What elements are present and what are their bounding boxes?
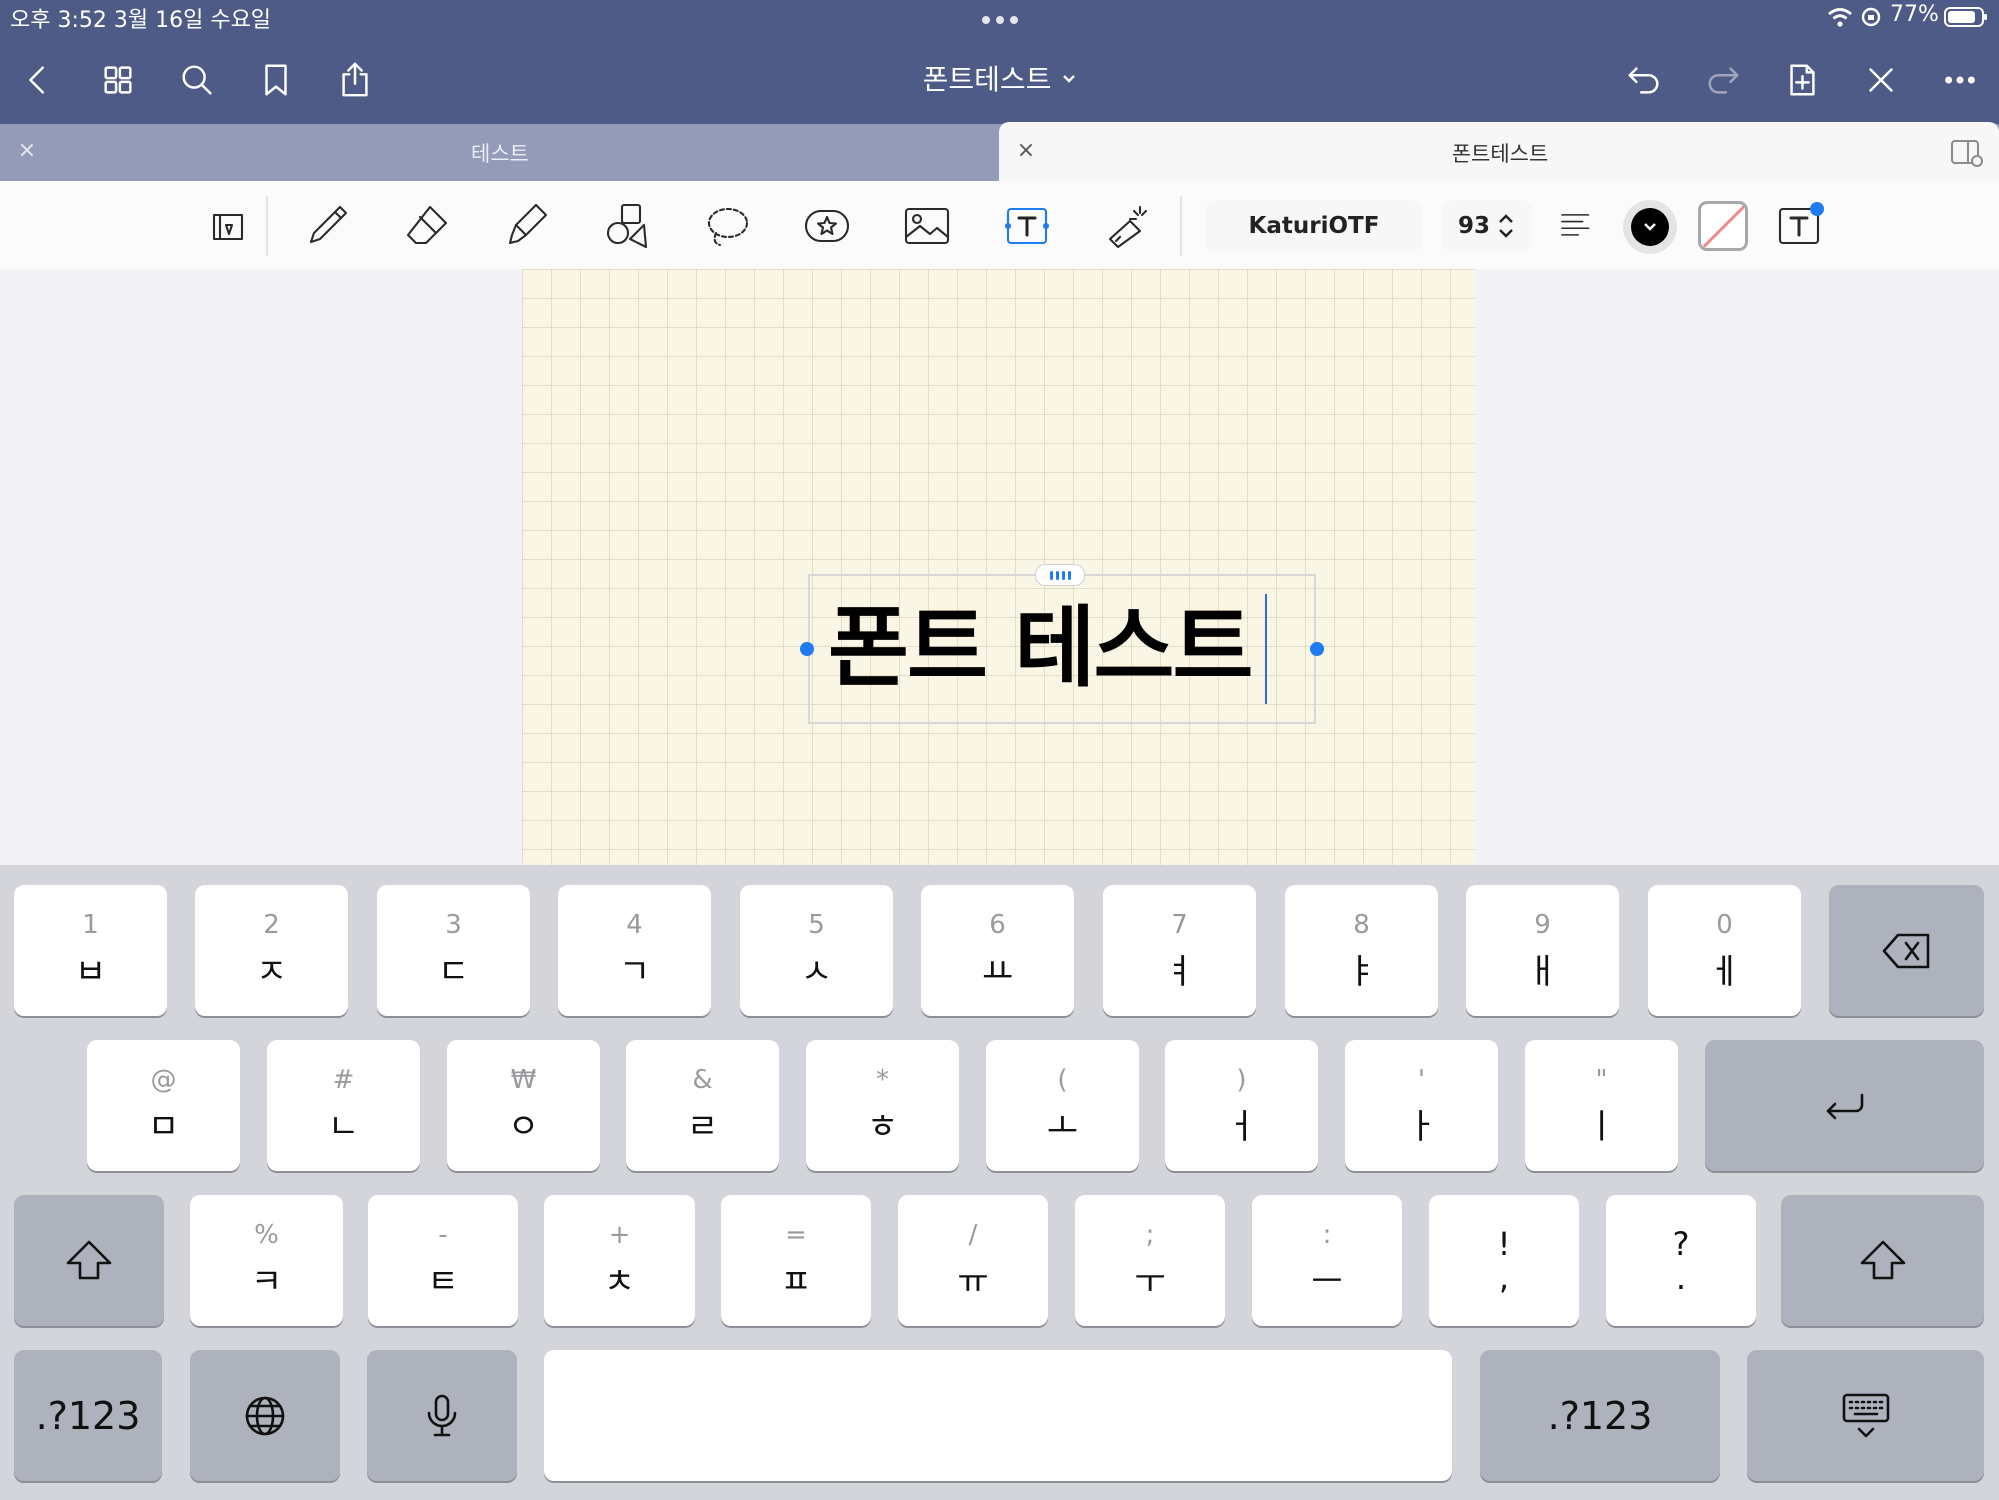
- pen-tool-icon[interactable]: [296, 196, 358, 256]
- key-mieum[interactable]: @ ㅁ: [87, 1040, 240, 1171]
- tab-test-close-icon[interactable]: ×: [14, 138, 40, 164]
- key-yo[interactable]: 6ㅛ: [921, 885, 1074, 1016]
- key-e[interactable]: 0ㅔ: [1648, 885, 1801, 1016]
- notebook-page[interactable]: [522, 269, 1475, 865]
- key-exclamation-comma[interactable]: !,: [1429, 1195, 1579, 1326]
- space-bar[interactable]: [544, 1350, 1452, 1481]
- image-tool-icon[interactable]: [896, 196, 958, 256]
- key-siot[interactable]: 5ㅅ: [740, 885, 893, 1016]
- key-eo[interactable]: ) ㅓ: [1165, 1040, 1318, 1171]
- key-u[interactable]: ; ㅜ: [1075, 1195, 1225, 1326]
- key-yu[interactable]: / ㅠ: [898, 1195, 1048, 1326]
- key-digeut[interactable]: 3ㄷ: [377, 885, 530, 1016]
- undo-icon[interactable]: [1620, 54, 1668, 106]
- keyboard-hide-icon: [1842, 1393, 1889, 1437]
- backspace-icon: [1882, 933, 1929, 968]
- key-a[interactable]: ' ㅏ: [1345, 1040, 1498, 1171]
- key-giyeok[interactable]: 4ㄱ: [558, 885, 711, 1016]
- text-align-left-icon[interactable]: [1546, 198, 1606, 254]
- tab-font-test-label: 폰트테스트: [1451, 142, 1549, 166]
- text-box-content[interactable]: 폰트 테스트: [828, 586, 1298, 710]
- globe-icon: [245, 1396, 285, 1435]
- key-eu[interactable]: :ㅡ: [1252, 1195, 1402, 1326]
- laser-pointer-tool-icon[interactable]: [1096, 196, 1158, 256]
- font-size-value: 93: [1457, 213, 1490, 239]
- key-nieun[interactable]: # ㄴ: [267, 1040, 420, 1171]
- key-jieut[interactable]: 2ㅈ: [195, 885, 348, 1016]
- key-hieut[interactable]: * ㅎ: [806, 1040, 959, 1171]
- chevron-down-icon: [1063, 75, 1076, 83]
- key-yeo[interactable]: 7ㅕ: [1103, 885, 1256, 1016]
- document-title-dropdown[interactable]: 폰트테스트: [860, 56, 1140, 100]
- back-chevron-icon[interactable]: [14, 54, 62, 106]
- shift-icon: [1860, 1240, 1905, 1279]
- key-i[interactable]: " ㅣ: [1525, 1040, 1678, 1171]
- lasso-tool-icon[interactable]: [696, 196, 758, 256]
- multitasking-dots-icon[interactable]: [978, 10, 1022, 30]
- bookmark-icon[interactable]: [252, 54, 300, 106]
- delete-key[interactable]: [1829, 885, 1984, 1016]
- shift-icon: [66, 1240, 112, 1279]
- shift-key-right[interactable]: [1781, 1195, 1984, 1326]
- return-key[interactable]: [1705, 1040, 1984, 1171]
- key-o[interactable]: (ㅗ: [986, 1040, 1139, 1171]
- text-box-resize-handle-right[interactable]: [1310, 642, 1324, 656]
- read-only-mode-icon[interactable]: [198, 196, 260, 256]
- share-icon[interactable]: [331, 54, 379, 106]
- key-ieung[interactable]: ₩ ㅇ: [447, 1040, 600, 1171]
- key-ya[interactable]: 8ㅑ: [1285, 885, 1438, 1016]
- shift-key-left[interactable]: [14, 1195, 164, 1326]
- status-time-date: 오후 3:52 3월 16일 수요일: [10, 8, 272, 33]
- more-options-icon[interactable]: [1936, 54, 1984, 106]
- key-chieut[interactable]: + ㅊ: [544, 1195, 695, 1326]
- search-icon[interactable]: [173, 54, 221, 106]
- key-rieul[interactable]: & ㄹ: [626, 1040, 779, 1171]
- text-box-move-handle[interactable]: [1035, 564, 1085, 586]
- grid-view-icon[interactable]: [94, 54, 142, 106]
- background-color-none-swatch[interactable]: [1698, 201, 1748, 251]
- battery-icon: [1944, 6, 1988, 28]
- text-tool-icon[interactable]: [996, 196, 1058, 256]
- globe-key[interactable]: [190, 1350, 340, 1481]
- text-style-presets-icon[interactable]: [1768, 196, 1830, 256]
- orientation-lock-icon: [1860, 6, 1882, 28]
- shapes-tool-icon[interactable]: [596, 196, 658, 256]
- add-page-icon[interactable]: [1778, 54, 1826, 106]
- font-size-stepper[interactable]: 93: [1442, 200, 1532, 252]
- redo-icon[interactable]: [1699, 54, 1747, 106]
- toolbar-divider: [1180, 196, 1182, 256]
- battery-percent: 77%: [1890, 2, 1939, 27]
- tab-font-test-close-icon[interactable]: ×: [1013, 138, 1039, 164]
- text-cursor: [1265, 594, 1267, 704]
- return-icon: [1826, 1093, 1863, 1119]
- toolbar-divider: [266, 196, 268, 256]
- text-box-resize-handle-left[interactable]: [800, 642, 814, 656]
- highlighter-tool-icon[interactable]: [496, 196, 558, 256]
- tab-test-label: 테스트: [471, 142, 529, 166]
- microphone-icon: [427, 1394, 457, 1436]
- document-title: 폰트테스트: [922, 63, 1052, 96]
- font-family-selector[interactable]: KaturiOTF: [1206, 200, 1422, 252]
- dictation-key[interactable]: [367, 1350, 517, 1481]
- chevron-down-icon: [1644, 223, 1656, 231]
- key-ae[interactable]: 9ㅐ: [1466, 885, 1619, 1016]
- text-color-swatch: [1631, 208, 1669, 246]
- key-pieup[interactable]: = ㅍ: [721, 1195, 871, 1326]
- sticker-tool-icon[interactable]: [796, 196, 858, 256]
- text-color-picker[interactable]: [1623, 200, 1677, 254]
- key-kieuk[interactable]: % ㅋ: [190, 1195, 343, 1326]
- key-question-period[interactable]: ?.: [1606, 1195, 1756, 1326]
- key-tieut[interactable]: -ㅌ: [368, 1195, 518, 1326]
- numbers-key-left[interactable]: .?123: [14, 1350, 162, 1481]
- split-view-icon[interactable]: [1950, 138, 1984, 168]
- close-editor-icon[interactable]: [1857, 54, 1905, 106]
- numbers-key-right[interactable]: .?123: [1480, 1350, 1720, 1481]
- dismiss-keyboard-key[interactable]: [1747, 1350, 1984, 1481]
- wifi-icon: [1826, 6, 1854, 28]
- chevron-up-down-icon: [1499, 214, 1513, 238]
- eraser-tool-icon[interactable]: [396, 196, 458, 256]
- key-bieup[interactable]: 1ㅂ: [14, 885, 167, 1016]
